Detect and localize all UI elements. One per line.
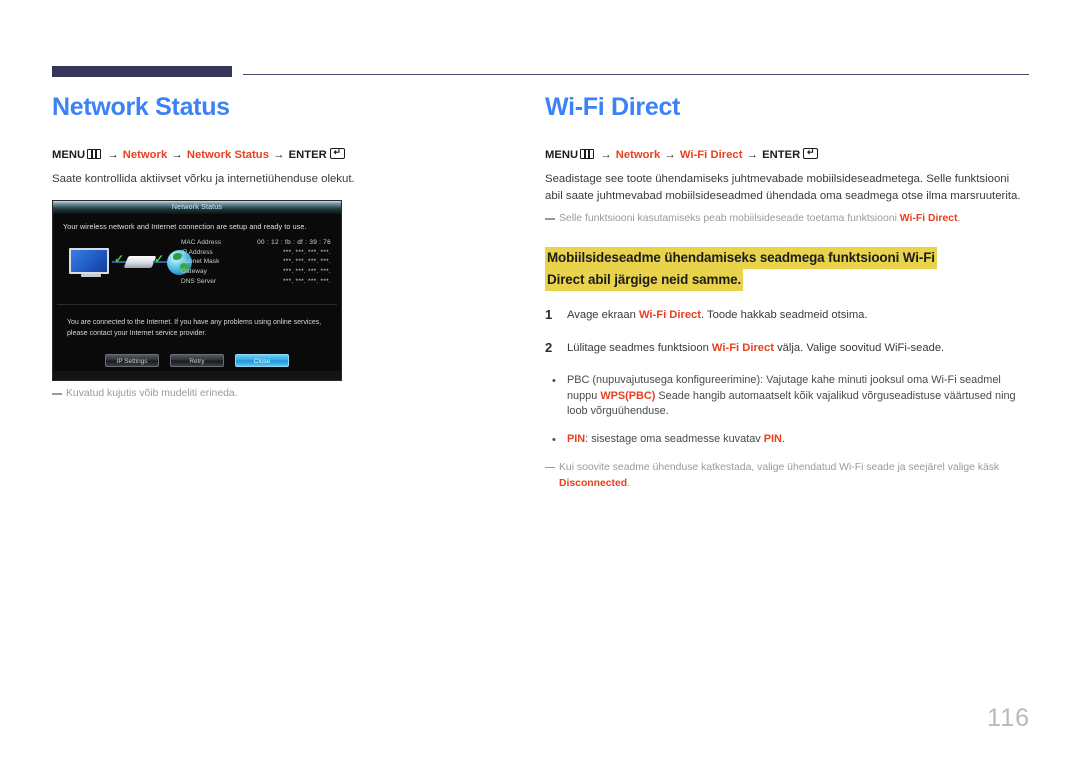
row-value: ***. ***. ***. ***.	[283, 248, 331, 256]
note-text-after: .	[957, 213, 961, 224]
header-rule-thin-line	[243, 74, 1029, 76]
breadcrumb-item-network: Network	[615, 149, 661, 161]
retry-button[interactable]: Retry	[170, 354, 224, 367]
tv-button-row: IP Settings Retry Close	[53, 354, 341, 367]
breadcrumb-network-status: MENU → Network → Network Status → ENTER ↵	[52, 148, 492, 161]
tv-status-panel: You are connected to the Internet. If yo…	[53, 305, 341, 349]
row-value: ***. ***. ***. ***.	[283, 258, 331, 266]
bullet-marker: •	[552, 433, 556, 446]
row-value: ***. ***. ***. ***.	[283, 268, 331, 276]
step-number: 2	[545, 340, 553, 355]
note-accent: Wi-Fi Direct	[899, 213, 958, 224]
arrow-icon-3: →	[273, 149, 285, 161]
network-diagram: ✓ ✓	[69, 242, 192, 282]
page-title-wifi-direct: Wi-Fi Direct	[545, 93, 681, 121]
enter-label: ENTER	[762, 149, 801, 161]
tv-upper-panel: Your wireless network and Internet conne…	[53, 214, 341, 304]
step-accent: Wi-Fi Direct	[711, 342, 774, 354]
left-column: Network Status MENU → Network → Network …	[52, 92, 492, 402]
wifi-direct-support-note: Selle funktsiooni kasutamiseks peab mobi…	[545, 211, 1030, 227]
wifi-direct-description: Seadistage see toote ühendamiseks juhtme…	[545, 173, 1021, 202]
bullet-accent-pin-1: PIN	[567, 432, 586, 445]
table-row: IP Address ***. ***. ***. ***.	[181, 248, 331, 258]
table-row: DNS Server ***. ***. ***. ***.	[181, 276, 331, 286]
arrow-icon-1: →	[600, 149, 612, 161]
arrow-icon-2: →	[664, 149, 676, 161]
note-text-after: .	[627, 477, 631, 489]
highlight-line-1: Mobiilsideseadme ühendamiseks seadmega f…	[545, 247, 937, 269]
tv-lead-text: Your wireless network and Internet conne…	[63, 222, 307, 231]
display-device-icon	[69, 248, 109, 277]
row-label: MAC Address	[181, 239, 222, 247]
bullet-accent-wps: WPS(PBC)	[600, 389, 656, 402]
menu-label: MENU	[545, 149, 579, 161]
highlighted-heading: Mobiilsideseadme ühendamiseks seadmega f…	[545, 247, 1030, 291]
highlight-line-2: Direct abil järgige neid samme.	[545, 269, 744, 291]
row-label: IP Address	[181, 248, 213, 256]
network-details-table: MAC Address 00 : 12 : fb : df : 39 : 76 …	[181, 238, 331, 286]
page-number: 116	[987, 704, 1030, 732]
enter-key-icon: ↵	[803, 148, 819, 159]
router-icon	[123, 256, 157, 268]
step-accent: Wi-Fi Direct	[638, 309, 702, 321]
step-text: Avage ekraan Wi-Fi Direct. Toode hakkab …	[567, 307, 867, 323]
table-row: MAC Address 00 : 12 : fb : df : 39 : 76	[181, 238, 331, 248]
arrow-icon-1: →	[107, 149, 119, 161]
arrow-icon-3: →	[746, 149, 758, 161]
network-status-description: Saate kontrollida aktiivset võrku ja int…	[52, 173, 355, 185]
tv-status-message: You are connected to the Internet. If yo…	[67, 319, 322, 337]
header-rule-thick-bar	[52, 66, 232, 77]
breadcrumb-item-wifi-direct: Wi-Fi Direct	[679, 149, 743, 161]
tv-footer-bar	[53, 371, 341, 380]
note-text-before: Kui soovite seadme ühenduse katkestada, …	[559, 461, 1000, 473]
step-text-after: välja. Valige soovitud WiFi-seade.	[773, 342, 945, 354]
step-number: 1	[545, 307, 553, 322]
check-mark-icon-2: ✓	[154, 252, 165, 266]
row-value: 00 : 12 : fb : df : 39 : 76	[257, 239, 331, 247]
row-value: ***. ***. ***. ***.	[283, 277, 331, 285]
disconnect-note: Kui soovite seadme ühenduse katkestada, …	[545, 460, 1030, 492]
bullet-text-after: .	[781, 432, 785, 445]
step-text-after: . Toode hakkab seadmeid otsima.	[701, 309, 868, 321]
enter-label: ENTER	[288, 149, 327, 161]
table-row: Gateway ***. ***. ***. ***.	[181, 267, 331, 277]
image-disclaimer-note: Kuvatud kujutis võib mudeliti erineda.	[52, 386, 492, 402]
table-row: Subnet Mask ***. ***. ***. ***.	[181, 257, 331, 267]
step-text: Lülitage seadmes funktsioon Wi-Fi Direct…	[567, 340, 944, 356]
tv-screenshot-network-status: Network Status Your wireless network and…	[52, 200, 342, 381]
header-rule	[0, 66, 1080, 80]
step-item-2: 2 Lülitage seadmes funktsioon Wi-Fi Dire…	[545, 340, 1030, 356]
menu-grid-icon	[580, 149, 595, 159]
bullet-item-pin: • PIN: sisestage oma seadmesse kuvatav P…	[545, 432, 1030, 448]
row-label: Subnet Mask	[181, 258, 220, 266]
bullet-marker: •	[552, 375, 556, 387]
bullet-accent-pin-2: PIN	[763, 432, 782, 445]
breadcrumb-item-network-status: Network Status	[186, 149, 269, 161]
note-text-before: Selle funktsiooni kasutamiseks peab mobi…	[559, 213, 900, 224]
step-text-before: Avage ekraan	[567, 309, 639, 321]
right-column: Wi-Fi Direct MENU → Network → Wi-Fi Dire…	[545, 92, 1030, 492]
bullet-item-pbc: • PBC (nupuvajutusega konfigureerimine):…	[545, 373, 1030, 420]
menu-label: MENU	[52, 149, 86, 161]
row-label: DNS Server	[181, 277, 217, 285]
row-label: Gateway	[181, 268, 207, 276]
close-button[interactable]: Close	[235, 354, 289, 367]
menu-grid-icon	[87, 149, 102, 159]
step-item-1: 1 Avage ekraan Wi-Fi Direct. Toode hakka…	[545, 307, 1030, 323]
bullet-text: PIN: sisestage oma seadmesse kuvatav PIN…	[567, 432, 785, 448]
step-text-before: Lülitage seadmes funktsioon	[567, 342, 712, 354]
breadcrumb-wifi-direct: MENU → Network → Wi-Fi Direct → ENTER ↵	[545, 148, 1030, 161]
tv-window-title: Network Status	[53, 201, 341, 214]
ip-settings-button[interactable]: IP Settings	[105, 354, 159, 367]
enter-key-icon: ↵	[329, 148, 345, 159]
bullet-text-mid: : sisestage oma seadmesse kuvatav	[585, 432, 764, 445]
check-mark-icon-1: ✓	[114, 252, 125, 266]
image-disclaimer-text: Kuvatud kujutis võib mudeliti erineda.	[66, 388, 238, 399]
arrow-icon-2: →	[171, 149, 183, 161]
bullet-text: PBC (nupuvajutusega konfigureerimine): V…	[567, 373, 1030, 420]
breadcrumb-item-network: Network	[122, 149, 168, 161]
note-accent-disconnected: Disconnected	[559, 477, 628, 489]
page-title-network-status: Network Status	[52, 93, 230, 121]
manual-page: Network Status MENU → Network → Network …	[0, 0, 1080, 763]
